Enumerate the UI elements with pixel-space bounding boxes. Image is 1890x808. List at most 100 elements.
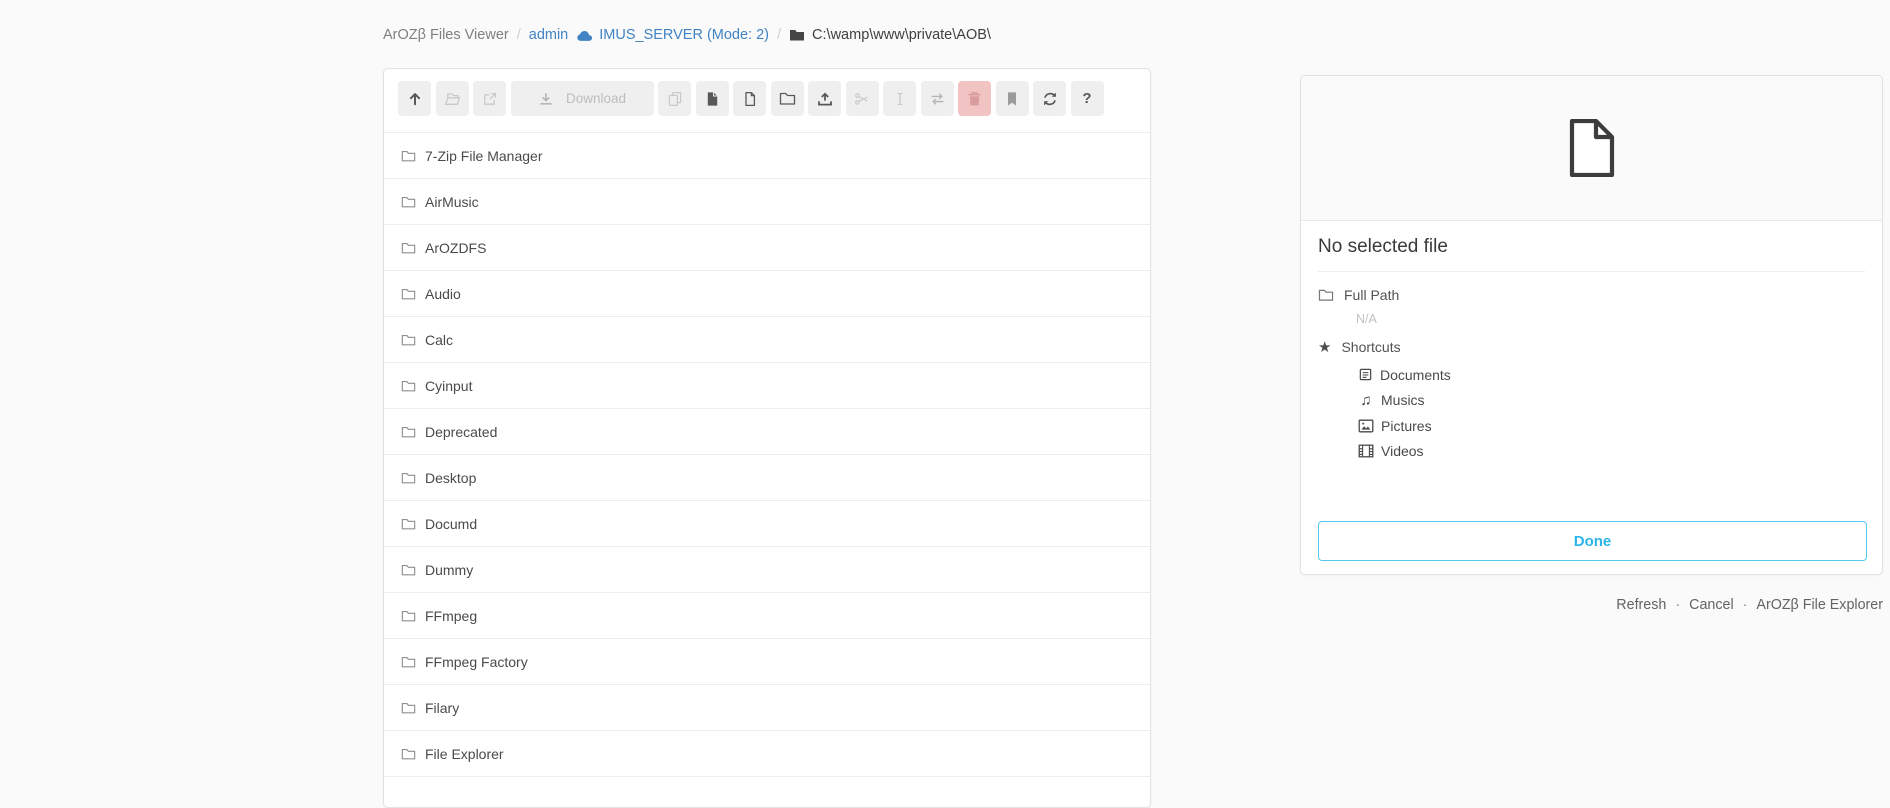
toolbar: Download — [384, 69, 1150, 133]
i-cursor-icon — [892, 91, 908, 107]
folder-icon — [401, 655, 416, 669]
copy-icon — [667, 91, 683, 107]
question-mark-icon: ? — [1082, 90, 1091, 107]
cut-button[interactable] — [846, 81, 879, 116]
list-item-label: FFmpeg Factory — [425, 654, 528, 670]
list-item[interactable]: Dummy — [384, 547, 1150, 593]
paste-button[interactable] — [696, 81, 729, 116]
new-file-button[interactable] — [733, 81, 766, 116]
shortcuts-row: ★ Shortcuts — [1318, 339, 1865, 355]
film-icon — [1358, 444, 1374, 458]
list-item[interactable]: Audio — [384, 271, 1150, 317]
folder-icon — [401, 195, 416, 209]
footer-links: Refresh · Cancel · ArOZβ File Explorer — [1616, 597, 1883, 613]
upload-icon — [817, 91, 833, 107]
list-item[interactable]: Documd — [384, 501, 1150, 547]
list-item-label: AirMusic — [425, 194, 479, 210]
shortcut-list: Documents ♫ Musics Pictures Videos — [1358, 362, 1865, 464]
folder-icon — [401, 425, 416, 439]
refresh-button[interactable] — [1033, 81, 1066, 116]
new-folder-button[interactable] — [771, 81, 804, 116]
copy-button[interactable] — [658, 81, 691, 116]
document-list-icon — [1358, 367, 1373, 382]
list-item[interactable]: ArOZDFS — [384, 225, 1150, 271]
selection-title: No selected file — [1318, 236, 1865, 258]
shortcut-label: Musics — [1381, 392, 1425, 408]
file-icon — [742, 91, 758, 107]
file-preview-area — [1301, 76, 1882, 221]
paste-icon — [704, 91, 720, 107]
folder-icon — [401, 517, 416, 531]
shortcut-videos[interactable]: Videos — [1358, 439, 1865, 465]
scissors-icon — [854, 91, 870, 107]
download-button[interactable]: Download — [511, 81, 654, 116]
folder-icon — [401, 471, 416, 485]
list-item-label: Audio — [425, 286, 461, 302]
list-item[interactable]: 7-Zip File Manager — [384, 133, 1150, 179]
list-item[interactable]: AirMusic — [384, 179, 1150, 225]
full-path-value: N/A — [1356, 312, 1865, 326]
picture-icon — [1358, 419, 1374, 433]
breadcrumb-separator: / — [777, 27, 781, 43]
open-folder-button[interactable] — [436, 81, 469, 116]
folder-icon — [401, 609, 416, 623]
list-item-label: 7-Zip File Manager — [425, 148, 543, 164]
arrow-up-icon — [407, 91, 423, 107]
bookmark-button[interactable] — [996, 81, 1029, 116]
upload-button[interactable] — [808, 81, 841, 116]
delete-button[interactable] — [958, 81, 991, 116]
list-item[interactable]: FFmpeg — [384, 593, 1150, 639]
list-item[interactable]: Calc — [384, 317, 1150, 363]
file-list-panel: Download — [383, 68, 1151, 808]
done-button[interactable]: Done — [1318, 521, 1867, 561]
exchange-arrows-icon — [929, 92, 946, 106]
file-explorer-link[interactable]: ArOZβ File Explorer — [1756, 597, 1883, 613]
cancel-link[interactable]: Cancel — [1689, 597, 1734, 613]
list-item[interactable]: File Explorer — [384, 731, 1150, 777]
list-item-label: Filary — [425, 700, 459, 716]
folder-icon — [779, 91, 796, 106]
trash-icon — [967, 91, 982, 107]
help-button[interactable]: ? — [1071, 81, 1104, 116]
refresh-link[interactable]: Refresh — [1616, 597, 1666, 613]
folder-icon — [401, 379, 416, 393]
rename-button[interactable] — [883, 81, 916, 116]
file-list: 7-Zip File Manager AirMusic ArOZDFS Audi… — [384, 133, 1150, 777]
external-link-icon — [482, 91, 498, 107]
list-item[interactable]: FFmpeg Factory — [384, 639, 1150, 685]
move-button[interactable] — [921, 81, 954, 116]
full-path-label: Full Path — [1344, 287, 1399, 303]
file-details-panel: No selected file Full Path N/A ★ Shortcu… — [1300, 75, 1883, 575]
folder-icon — [789, 28, 805, 42]
list-item[interactable]: Desktop — [384, 455, 1150, 501]
list-item-label: Cyinput — [425, 378, 472, 394]
folder-icon — [401, 701, 416, 715]
user-link[interactable]: admin — [529, 27, 569, 43]
shortcut-label: Videos — [1381, 443, 1424, 459]
go-up-button[interactable] — [398, 81, 431, 116]
list-item[interactable]: Deprecated — [384, 409, 1150, 455]
full-path-row: Full Path — [1318, 287, 1865, 303]
app-title: ArOZβ Files Viewer — [383, 27, 509, 43]
folder-icon — [401, 241, 416, 255]
refresh-icon — [1042, 91, 1058, 107]
breadcrumb-separator: / — [517, 27, 521, 43]
shortcuts-label: Shortcuts — [1341, 339, 1400, 355]
shortcut-documents[interactable]: Documents — [1358, 362, 1865, 388]
list-item-label: File Explorer — [425, 746, 504, 762]
current-path: C:\wamp\www\private\AOB\ — [789, 27, 991, 43]
footer-separator: · — [1675, 597, 1680, 613]
folder-icon — [401, 747, 416, 761]
list-item-label: Calc — [425, 332, 453, 348]
footer-separator: · — [1743, 597, 1748, 613]
shortcut-pictures[interactable]: Pictures — [1358, 413, 1865, 439]
list-item[interactable]: Cyinput — [384, 363, 1150, 409]
open-external-button[interactable] — [473, 81, 506, 116]
music-note-icon: ♫ — [1358, 393, 1374, 408]
breadcrumb: ArOZβ Files Viewer / admin IMUS_SERVER (… — [383, 27, 991, 43]
shortcut-musics[interactable]: ♫ Musics — [1358, 388, 1865, 414]
server-link[interactable]: IMUS_SERVER (Mode: 2) — [576, 27, 769, 43]
list-item-label: Desktop — [425, 470, 476, 486]
list-item[interactable]: Filary — [384, 685, 1150, 731]
star-icon: ★ — [1318, 340, 1331, 355]
